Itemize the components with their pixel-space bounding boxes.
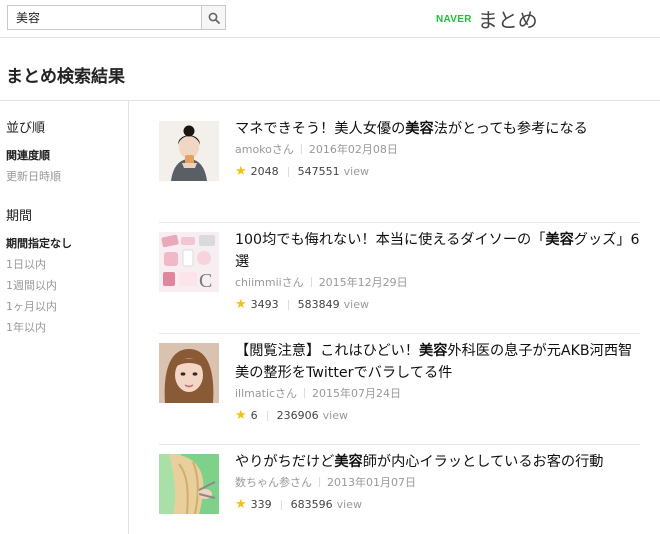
star-icon: ★ [235, 408, 247, 423]
view-count: 236906 [276, 409, 319, 422]
woman-portrait-image [159, 121, 219, 181]
stats-divider [287, 300, 289, 310]
result-title-link[interactable]: マネできそう！美人女優の美容法がとっても参考になる [235, 118, 640, 140]
matome-logo-text: まとめ [477, 7, 538, 32]
result-date: 2015年07月24日 [312, 387, 402, 400]
title-text: 【閲覧注意】これはひどい！ [235, 343, 420, 359]
favorite-count: 2048 [250, 165, 279, 178]
result-thumbnail[interactable]: C [159, 232, 219, 292]
result-meta: amokoさん 2016年02月08日 [235, 142, 640, 158]
svg-text:C: C [199, 270, 212, 292]
stats-divider [287, 167, 289, 177]
title-text: 師が内心イラッとしているお客の行動 [362, 454, 604, 470]
results-list: マネできそう！美人女優の美容法がとっても参考になる amokoさん 2016年02… [159, 112, 640, 534]
result-item: 【閲覧注意】これはひどい！美容外科医の息子が元AKB河西智美の整形をTwitte… [159, 334, 640, 445]
period-item-any[interactable]: 期間指定なし [6, 233, 124, 254]
search-icon [208, 12, 220, 24]
result-author[interactable]: chiimmiiさん [235, 276, 304, 289]
result-thumbnail[interactable] [159, 454, 219, 514]
view-label: view [322, 409, 348, 422]
sort-item-relevance[interactable]: 関連度順 [6, 145, 124, 166]
result-item: やりがちだけど美容師が内心イラッとしているお客の行動 数ちゃん参さん 2013年0… [159, 445, 640, 534]
naver-matome-logo[interactable]: NAVER まとめ [436, 4, 538, 32]
result-stats: ★ 3493 583849 view [235, 297, 640, 313]
result-body: 【閲覧注意】これはひどい！美容外科医の息子が元AKB河西智美の整形をTwitte… [235, 340, 640, 424]
title-divider [0, 100, 660, 101]
stats-divider [266, 411, 268, 421]
result-date: 2015年12月29日 [318, 276, 408, 289]
result-body: マネできそう！美人女優の美容法がとっても参考になる amokoさん 2016年02… [235, 118, 640, 180]
result-author[interactable]: illmaticさん [235, 387, 297, 400]
result-thumbnail[interactable] [159, 121, 219, 181]
sidebar: 並び順 関連度順 更新日時順 期間 期間指定なし 1日以内 1週間以内 1ヶ月以… [6, 119, 124, 338]
title-text: やりがちだけど [235, 454, 335, 470]
title-text: 100均でも侮れない！本当に使えるダイソーの「 [235, 232, 546, 248]
sidebar-divider [128, 101, 129, 534]
star-icon: ★ [235, 297, 247, 312]
period-item-1month[interactable]: 1ヶ月以内 [6, 296, 124, 317]
result-author[interactable]: 数ちゃん参さん [235, 476, 312, 489]
result-meta: chiimmiiさん 2015年12月29日 [235, 275, 640, 291]
favorite-count: 6 [250, 409, 258, 422]
period-item-1year[interactable]: 1年以内 [6, 317, 124, 338]
sort-item-updated[interactable]: 更新日時順 [6, 166, 124, 187]
result-body: やりがちだけど美容師が内心イラッとしているお客の行動 数ちゃん参さん 2013年0… [235, 451, 640, 513]
result-stats: ★ 6 236906 view [235, 408, 640, 424]
result-date: 2016年02月08日 [308, 143, 398, 156]
favorite-count: 339 [250, 498, 272, 511]
view-count: 547551 [297, 165, 340, 178]
meta-divider [310, 277, 312, 287]
title-keyword: 美容 [334, 454, 363, 470]
view-count: 683596 [290, 498, 333, 511]
woman-face-image [159, 343, 219, 403]
title-keyword: 美容 [545, 232, 574, 248]
period-heading: 期間 [6, 209, 33, 224]
meta-divider [319, 477, 320, 487]
title-text: マネできそう！美人女優の [235, 121, 406, 137]
page-title: まとめ検索結果 [6, 67, 125, 87]
view-label: view [343, 298, 369, 311]
view-label: view [336, 498, 362, 511]
title-text: 法がとっても参考になる [433, 121, 588, 137]
result-title-link[interactable]: やりがちだけど美容師が内心イラッとしているお客の行動 [235, 451, 640, 473]
result-title-link[interactable]: 100均でも侮れない！本当に使えるダイソーの「美容グッズ」6選 [235, 229, 640, 273]
result-thumbnail[interactable] [159, 343, 219, 403]
result-item: マネできそう！美人女優の美容法がとっても参考になる amokoさん 2016年02… [159, 112, 640, 223]
period-item-1day[interactable]: 1日以内 [6, 254, 124, 275]
favorite-count: 3493 [250, 298, 279, 311]
hair-cut-image [159, 454, 219, 514]
star-icon: ★ [235, 164, 247, 179]
sort-heading: 並び順 [6, 121, 46, 136]
period-group: 期間 期間指定なし 1日以内 1週間以内 1ヶ月以内 1年以内 [6, 207, 124, 338]
search-button[interactable] [201, 6, 225, 29]
top-bar: NAVER まとめ [0, 0, 660, 38]
meta-divider [304, 388, 306, 398]
search-input[interactable] [8, 6, 201, 29]
meta-divider [300, 144, 302, 154]
result-stats: ★ 2048 547551 view [235, 164, 640, 180]
result-title-link[interactable]: 【閲覧注意】これはひどい！美容外科医の息子が元AKB河西智美の整形をTwitte… [235, 340, 640, 384]
sort-group: 並び順 関連度順 更新日時順 [6, 119, 124, 187]
result-meta: 数ちゃん参さん 2013年01月07日 [235, 475, 640, 491]
result-date: 2013年01月07日 [327, 476, 416, 489]
search-box [7, 5, 226, 30]
star-icon: ★ [235, 497, 247, 512]
title-keyword: 美容 [405, 121, 434, 137]
result-stats: ★ 339 683596 view [235, 497, 640, 513]
result-meta: illmaticさん 2015年07月24日 [235, 386, 640, 402]
naver-logo-text: NAVER [436, 14, 472, 25]
period-item-1week[interactable]: 1週間以内 [6, 275, 124, 296]
beauty-goods-image: C [159, 232, 219, 292]
result-body: 100均でも侮れない！本当に使えるダイソーの「美容グッズ」6選 chiimmii… [235, 229, 640, 313]
stats-divider [280, 500, 282, 510]
view-label: view [343, 165, 369, 178]
title-keyword: 美容 [419, 343, 448, 359]
result-author[interactable]: amokoさん [235, 143, 294, 156]
result-item: C 100均でも侮れない！本当に使えるダイソーの「美容グッズ」6選 chiimm… [159, 223, 640, 334]
view-count: 583849 [297, 298, 340, 311]
